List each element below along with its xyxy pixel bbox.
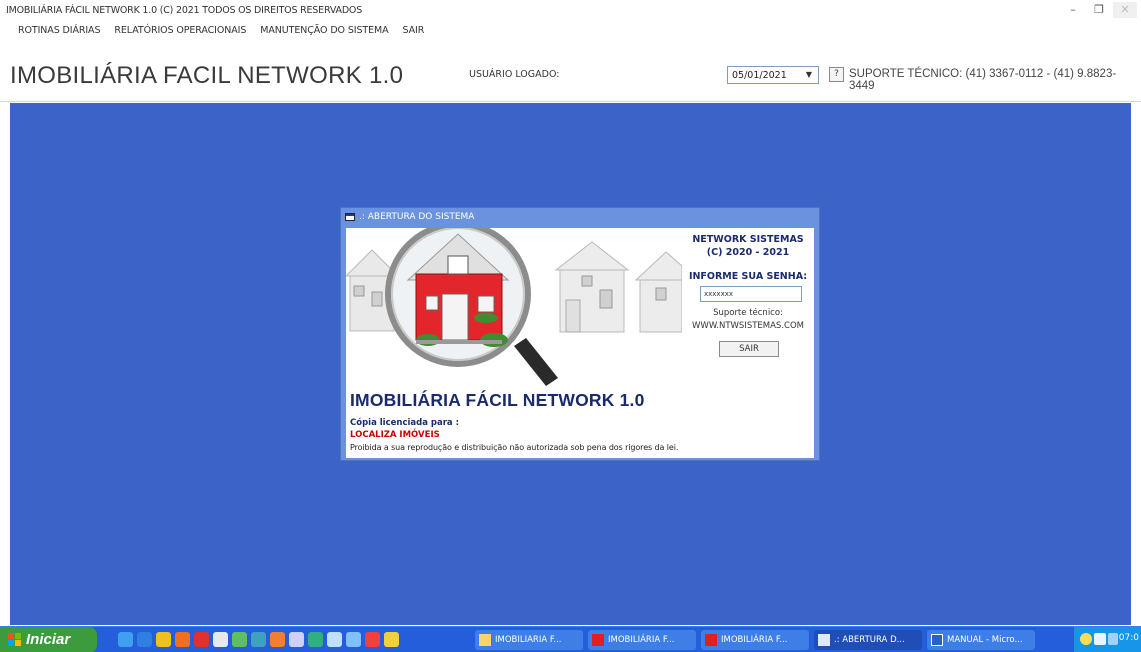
taskbar: Iniciar IMOBILIARIA F... IMOBILIÁRIA F..… xyxy=(0,626,1141,652)
system-tray: 07:0 xyxy=(1073,627,1141,652)
taskbar-button[interactable]: IMOBILIARIA F... xyxy=(475,630,583,650)
tray-icon[interactable] xyxy=(1080,633,1092,645)
dialog-title-bar: .: ABERTURA DO SISTEMA xyxy=(341,208,819,227)
start-button[interactable]: Iniciar xyxy=(0,627,97,652)
date-picker[interactable]: 05/01/2021 ▼ xyxy=(727,66,819,84)
website-link: WWW.NTWSISTEMAS.COM xyxy=(692,321,804,331)
taskbar-button[interactable]: IMOBILIÁRIA F... xyxy=(588,630,696,650)
help-button[interactable]: ? xyxy=(829,67,844,82)
menu-bar: ROTINAS DIÁRIAS RELATÓRIOS OPERACIONAIS … xyxy=(0,22,1141,42)
product-title: IMOBILIÁRIA FÁCIL NETWORK 1.0 xyxy=(350,390,645,410)
quicklaunch-icon[interactable] xyxy=(365,632,380,647)
menu-rotinas-diarias[interactable]: ROTINAS DIÁRIAS xyxy=(14,22,104,42)
quick-launch xyxy=(118,632,399,647)
window-title-bar: IMOBILIÁRIA FÁCIL NETWORK 1.0 (C) 2021 T… xyxy=(0,0,1141,22)
word-icon xyxy=(931,634,943,646)
taskbar-button-label: IMOBILIÁRIA F... xyxy=(608,635,675,645)
menu-manutencao-sistema[interactable]: MANUTENÇÃO DO SISTEMA xyxy=(256,22,392,42)
copyright-years: (C) 2020 - 2021 xyxy=(706,247,790,258)
date-value: 05/01/2021 xyxy=(732,70,787,81)
support-label: Suporte técnico: xyxy=(713,308,783,318)
quicklaunch-icon[interactable] xyxy=(156,632,171,647)
license-label: Cópia licenciada para : xyxy=(350,418,460,428)
window-title: IMOBILIÁRIA FÁCIL NETWORK 1.0 (C) 2021 T… xyxy=(6,5,363,16)
start-label: Iniciar xyxy=(26,631,71,648)
quicklaunch-icon[interactable] xyxy=(270,632,285,647)
taskbar-button-label: .: ABERTURA D... xyxy=(834,635,905,645)
quicklaunch-icon[interactable] xyxy=(118,632,133,647)
dialog-title: .: ABERTURA DO SISTEMA xyxy=(359,212,475,222)
support-info: SUPORTE TÉCNICO: (41) 3367-0112 - (41) 9… xyxy=(849,68,1117,92)
company-name: NETWORK SISTEMAS xyxy=(692,234,804,245)
window-controls: – ❐ ✕ xyxy=(1061,2,1137,18)
taskbar-button-label: IMOBILIARIA F... xyxy=(495,635,562,645)
minimize-button[interactable]: – xyxy=(1061,2,1085,18)
dialog-body: NETWORK SISTEMAS (C) 2020 - 2021 INFORME… xyxy=(346,228,814,458)
windows-logo-icon xyxy=(8,633,21,646)
logged-user-label: USUÁRIO LOGADO: xyxy=(469,69,560,80)
houses-magnifier-illustration xyxy=(346,228,682,386)
app-title: IMOBILIÁRIA FACIL NETWORK 1.0 xyxy=(10,62,404,89)
taskbar-button[interactable]: IMOBILIÁRIA F... xyxy=(701,630,809,650)
taskbar-button[interactable]: MANUAL - Micro... xyxy=(927,630,1035,650)
quicklaunch-icon[interactable] xyxy=(289,632,304,647)
quicklaunch-icon[interactable] xyxy=(308,632,323,647)
login-dialog: .: ABERTURA DO SISTEMA NETWORK SISTEMAS … xyxy=(340,207,820,461)
quicklaunch-icon[interactable] xyxy=(194,632,209,647)
quicklaunch-icon[interactable] xyxy=(137,632,152,647)
quicklaunch-icon[interactable] xyxy=(213,632,228,647)
app-header: IMOBILIÁRIA FACIL NETWORK 1.0 USUÁRIO LO… xyxy=(0,42,1141,102)
folder-icon xyxy=(479,634,491,646)
taskbar-button-label: MANUAL - Micro... xyxy=(947,635,1023,645)
exit-button[interactable]: SAIR xyxy=(719,341,779,357)
quicklaunch-icon[interactable] xyxy=(232,632,247,647)
password-prompt: INFORME SUA SENHA: xyxy=(688,271,808,282)
clock: 07:0 xyxy=(1118,633,1139,643)
quicklaunch-icon[interactable] xyxy=(327,632,342,647)
window-icon xyxy=(345,213,355,221)
quicklaunch-icon[interactable] xyxy=(175,632,190,647)
close-button[interactable]: ✕ xyxy=(1113,2,1137,18)
maximize-button[interactable]: ❐ xyxy=(1087,2,1111,18)
menu-sair[interactable]: SAIR xyxy=(399,22,429,42)
login-panel: NETWORK SISTEMAS (C) 2020 - 2021 INFORME… xyxy=(686,228,814,388)
quicklaunch-icon[interactable] xyxy=(251,632,266,647)
quicklaunch-icon[interactable] xyxy=(346,632,361,647)
taskbar-button-label: IMOBILIÁRIA F... xyxy=(721,635,788,645)
menu-relatorios-operacionais[interactable]: RELATÓRIOS OPERACIONAIS xyxy=(110,22,250,42)
legal-notice: Proibida a sua reprodução e distribuição… xyxy=(350,443,679,452)
quicklaunch-icon[interactable] xyxy=(384,632,399,647)
licensee-name: LOCALIZA IMÓVEIS xyxy=(350,430,440,440)
chevron-down-icon[interactable]: ▼ xyxy=(802,68,816,82)
app-n-icon xyxy=(592,634,604,646)
password-field[interactable]: xxxxxxx xyxy=(700,286,802,302)
taskbar-button[interactable]: .: ABERTURA D... xyxy=(814,630,922,650)
window-icon xyxy=(818,634,830,646)
app-n-icon xyxy=(705,634,717,646)
tray-icon[interactable] xyxy=(1094,633,1106,645)
tray-icon[interactable] xyxy=(1108,633,1118,645)
